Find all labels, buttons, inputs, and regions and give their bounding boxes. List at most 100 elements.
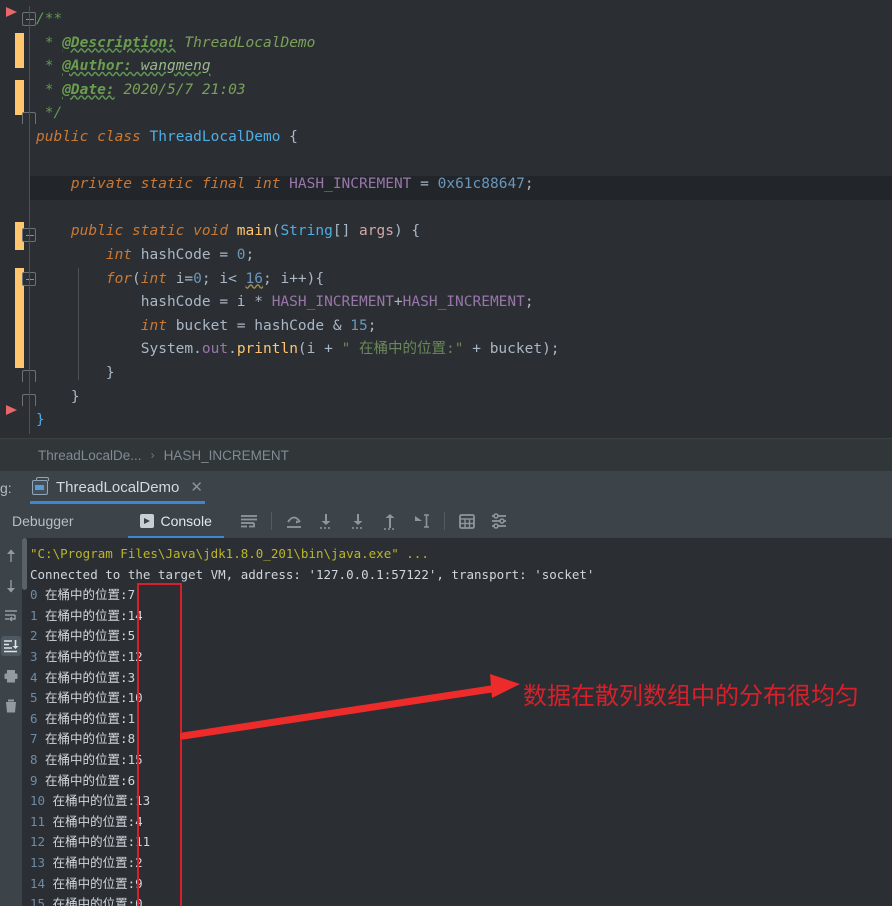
run-tab-label: ThreadLocalDemo — [56, 479, 180, 496]
run-to-cursor-icon[interactable] — [411, 510, 433, 532]
code-token: i= — [175, 270, 194, 287]
tab-console[interactable]: Console — [127, 504, 225, 538]
code-editor[interactable]: /** * @Description: ThreadLocalDemo * @A… — [0, 0, 892, 438]
step-into-icon[interactable] — [315, 510, 337, 532]
code-token: String — [280, 223, 333, 240]
code-token: . — [228, 341, 237, 358]
console-token: 在桶中的位置: — [37, 587, 128, 603]
console-token: 在桶中的位置: — [37, 731, 128, 747]
java-class-run-icon — [32, 477, 49, 495]
code-token: { — [280, 129, 298, 145]
console-token: 在桶中的位置: — [45, 875, 136, 891]
editor-gutter[interactable] — [0, 0, 36, 438]
console-token: 3 — [30, 648, 38, 664]
code-token: = — [411, 176, 438, 193]
code-token: ; — [524, 176, 534, 193]
scroll-up-icon[interactable] — [1, 546, 21, 566]
console-token: 14 — [30, 875, 46, 891]
code-token: ThreadLocalDemo — [175, 34, 316, 51]
run-configuration-tab[interactable]: ThreadLocalDemo ✕ — [22, 471, 211, 504]
breadcrumb-item-class[interactable]: ThreadLocalDe... — [38, 448, 142, 463]
console-token: 13 — [30, 854, 46, 870]
soft-wrap-lines-icon[interactable] — [1, 606, 21, 626]
code-token: ) { — [393, 223, 421, 240]
tab-debugger[interactable]: Debugger — [0, 504, 86, 538]
code-token: (i + — [297, 341, 342, 358]
intellij-idea-window: /** * @Description: ThreadLocalDemo * @A… — [0, 0, 892, 906]
code-line: int hashCode = 0; — [36, 244, 254, 268]
console-token: 在桶中的位置: — [45, 896, 136, 906]
console-token: 在桶中的位置: — [37, 751, 128, 767]
console-token: 5 — [127, 628, 136, 644]
annotation-text: 数据在散列数组中的分布很均匀 — [523, 682, 859, 710]
code-line: for(int i=0; i< 16; i++){ — [36, 268, 324, 292]
console-command-line: "C:\Program Files\Java\jdk1.8.0_201\bin\… — [30, 544, 892, 565]
console-token: 5 — [30, 690, 38, 706]
code-token: */ — [36, 105, 63, 122]
step-over-icon[interactable] — [283, 510, 305, 532]
breadcrumb-item-field[interactable]: HASH_INCREMENT — [164, 448, 289, 463]
step-out-icon[interactable] — [379, 510, 401, 532]
code-line: hashCode = i * HASH_INCREMENT+HASH_INCRE… — [36, 291, 534, 315]
evaluate-expression-icon[interactable] — [456, 510, 478, 532]
code-line: } — [36, 386, 80, 410]
code-token: int — [254, 176, 281, 193]
soft-wrap-icon[interactable] — [238, 510, 260, 532]
console-token: 在桶中的位置: — [37, 772, 128, 788]
code-line: * @Date: 2020/5/7 21:03 — [36, 79, 246, 103]
code-token: println — [236, 341, 298, 358]
console-play-icon — [139, 514, 154, 528]
print-icon[interactable] — [1, 666, 21, 686]
console-scrollbar[interactable] — [22, 538, 27, 906]
console-token: 1 — [127, 710, 136, 726]
bookmark-flag-icon-top[interactable] — [6, 7, 17, 17]
breadcrumb[interactable]: ThreadLocalDe... › HASH_INCREMENT — [0, 438, 892, 471]
console-token: 7 — [127, 587, 136, 603]
code-line: /** — [36, 8, 62, 32]
code-token: hashCode = i * — [36, 294, 272, 311]
code-token: public static void — [36, 223, 237, 240]
force-step-into-icon[interactable] — [347, 510, 369, 532]
code-token: ; i< — [201, 270, 246, 287]
tab-console-label: Console — [160, 513, 212, 529]
code-token: out — [201, 341, 229, 358]
console-token: 3 — [127, 669, 136, 685]
code-text-area[interactable]: /** * @Description: ThreadLocalDemo * @A… — [30, 0, 892, 438]
code-token: * — [36, 34, 63, 51]
debug-window-title: g: — [0, 479, 12, 496]
code-token: ; i++){ — [263, 270, 325, 287]
scroll-to-end-icon[interactable] — [1, 636, 21, 656]
console-token: 10 — [30, 793, 46, 809]
console-token: 4 — [30, 669, 38, 685]
code-token: @Author: — [62, 58, 133, 75]
code-token: ; — [245, 247, 255, 263]
code-token: bucket = hashCode & — [175, 317, 351, 334]
scroll-down-icon[interactable] — [1, 576, 21, 596]
debugger-toolbar[interactable]: Debugger Console — [0, 504, 892, 538]
close-icon[interactable]: ✕ — [190, 480, 203, 495]
console-token: 1 — [30, 607, 38, 623]
console-token: 7 — [30, 731, 38, 747]
code-token: 16 — [245, 270, 264, 287]
console-token: 2 — [30, 628, 38, 644]
console-token: 8 — [30, 751, 38, 767]
console-side-toolbar[interactable] — [0, 538, 22, 906]
clear-all-icon[interactable] — [1, 696, 21, 716]
annotation-arrow — [180, 674, 520, 740]
console-scrollbar-thumb[interactable] — [22, 538, 27, 590]
code-token: ( — [132, 270, 141, 287]
bookmark-flag-icon-bottom[interactable] — [6, 405, 17, 415]
code-line: public static void main(String[] args) { — [36, 220, 420, 244]
debug-tool-window-header: g: ThreadLocalDemo ✕ — [0, 471, 892, 504]
change-marker — [15, 80, 24, 115]
console-token: 在桶中的位置: — [45, 834, 136, 850]
code-token: @Date: — [62, 81, 115, 98]
settings-icon[interactable] — [488, 510, 510, 532]
code-token: } — [36, 388, 80, 405]
breadcrumb-separator-icon: › — [150, 448, 155, 462]
code-token: * — [36, 58, 63, 75]
code-token: System. — [36, 341, 202, 358]
change-marker — [15, 33, 24, 68]
code-token: public class — [36, 129, 150, 145]
code-token: int — [140, 270, 176, 287]
